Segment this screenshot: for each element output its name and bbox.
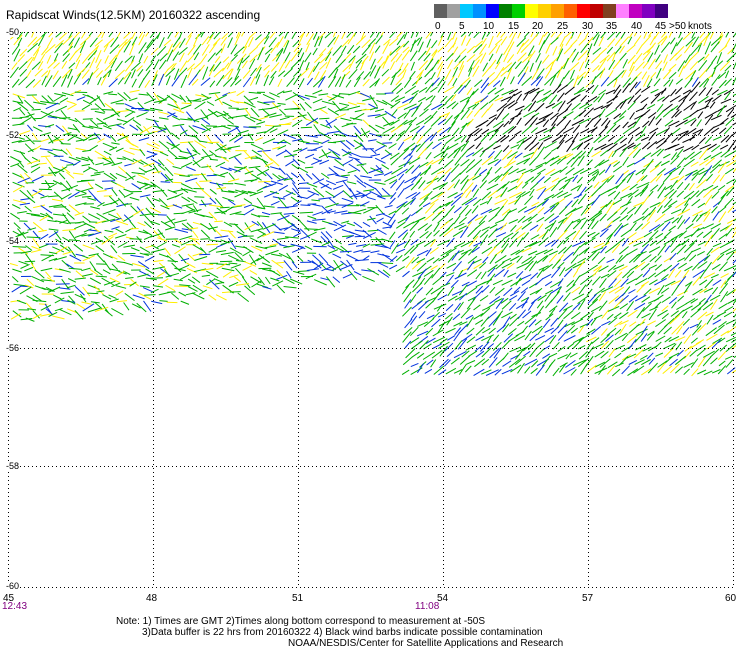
wind-map: [8, 32, 736, 588]
lat-tick-label: -54: [6, 236, 20, 246]
scale-swatch: [616, 4, 629, 18]
scale-swatch: [486, 4, 499, 18]
note-line: 3)Data buffer is 22 hrs from 20160322 4)…: [142, 627, 543, 638]
scale-label: 20: [532, 21, 544, 32]
scale-label: 0: [435, 21, 441, 32]
scale-swatch: [603, 4, 616, 18]
note-line: Note: 1) Times are GMT 2)Times along bot…: [116, 616, 486, 627]
lon-tick-label: 48: [146, 593, 158, 604]
lat-tick-label: -60: [6, 581, 20, 591]
lon-tick-label: 51: [292, 593, 304, 604]
wind-barbs: [9, 32, 736, 377]
scale-swatch: [551, 4, 564, 18]
scale-swatch: [525, 4, 538, 18]
scale-label: 40: [631, 21, 643, 32]
scale-swatch: [460, 4, 473, 18]
lat-tick-label: -58: [6, 461, 20, 471]
chart-title: Rapidscat Winds(12.5KM) 20160322 ascendi…: [6, 8, 261, 22]
scale-swatch: [473, 4, 486, 18]
pass-time-label: 11:08: [415, 601, 440, 612]
scale-swatch: [564, 4, 577, 18]
scale-label: 25: [557, 21, 569, 32]
scale-label: 35: [606, 21, 618, 32]
note-line: NOAA/NESDIS/Center for Satellite Applica…: [288, 638, 564, 649]
scale-swatch: [577, 4, 590, 18]
scale-unit-label: knots: [688, 21, 712, 32]
scale-label: 5: [459, 21, 465, 32]
scale-swatch: [447, 4, 460, 18]
lat-tick-label: -56: [6, 343, 20, 353]
scale-swatch: [512, 4, 525, 18]
lon-tick-label: 57: [582, 593, 594, 604]
wind-speed-color-scale: 0 5 10 15 20 25 30 35 40 45 >50 knots: [434, 4, 740, 34]
scale-label: >50: [669, 21, 686, 32]
scale-swatch: [590, 4, 603, 18]
scale-label: 10: [483, 21, 495, 32]
scale-swatch: [499, 4, 512, 18]
scale-label: 30: [582, 21, 594, 32]
scale-label: 45: [655, 21, 667, 32]
scale-swatch: [629, 4, 642, 18]
scale-swatch: [434, 4, 447, 18]
lat-tick-label: -50: [6, 27, 20, 37]
pass-time-label: 12:43: [2, 601, 28, 612]
lon-tick-label: 60: [725, 593, 737, 604]
scale-swatch: [538, 4, 551, 18]
lat-tick-label: -52: [6, 130, 20, 140]
scale-swatch: [655, 4, 668, 18]
scale-label: 15: [508, 21, 520, 32]
scale-swatch: [642, 4, 655, 18]
